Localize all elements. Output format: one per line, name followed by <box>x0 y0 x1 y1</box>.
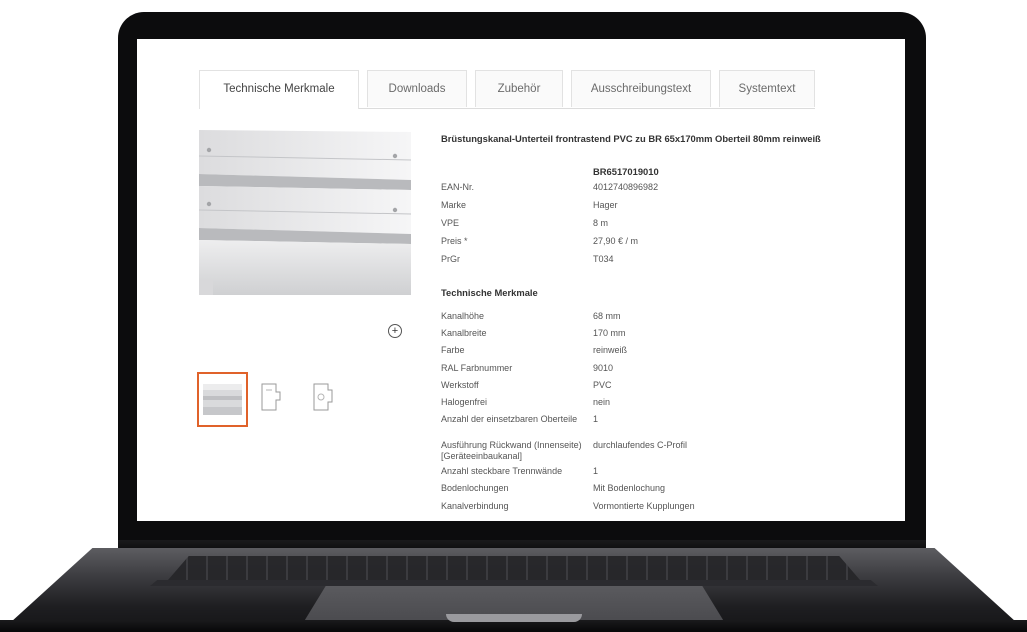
tech-label: Halogenfrei <box>441 396 488 407</box>
laptop-keyboard <box>168 556 860 580</box>
product-info-table: EAN-Nr. 4012740896982 Marke Hager VPE 8 m P… <box>441 182 841 272</box>
laptop-screen: Technische Merkmale Downloads Zubehör Au… <box>137 39 905 521</box>
info-row: Preis * 27,90 € / m <box>441 236 841 254</box>
tech-value: Mit Bodenlochung <box>593 483 666 494</box>
info-value: 4012740896982 <box>593 182 659 192</box>
laptop-notch <box>446 614 582 622</box>
tech-value: 1 <box>593 466 599 477</box>
tech-row: Werkstoff PVC <box>441 380 841 397</box>
info-row: Marke Hager <box>441 200 841 218</box>
tech-row: Anzahl der einsetzbaren Oberteile 1 <box>441 414 841 440</box>
tab-technische-merkmale[interactable]: Technische Merkmale <box>199 70 359 109</box>
tech-label: Anzahl der einsetzbaren Oberteile <box>441 414 578 425</box>
tech-label: Kanalverbindung <box>441 500 509 511</box>
tech-value: PVC <box>593 379 612 390</box>
info-row: EAN-Nr. 4012740896982 <box>441 182 841 200</box>
thumbnail-2[interactable] <box>254 372 305 427</box>
info-row: VPE 8 m <box>441 218 841 236</box>
info-label: EAN-Nr. <box>441 182 475 192</box>
info-label: Marke <box>441 200 467 210</box>
tech-value: durchlaufendes C-Profil <box>593 440 688 451</box>
tech-label: Anzahl steckbare Trennwände <box>441 466 563 477</box>
info-value: Hager <box>593 200 618 210</box>
thumbnail-1[interactable] <box>197 372 248 427</box>
tab-downloads[interactable]: Downloads <box>367 70 467 107</box>
tech-value: 9010 <box>593 362 614 373</box>
info-label: PrGr <box>441 254 460 264</box>
info-value: 27,90 € / m <box>593 236 639 246</box>
tech-label: Farbe <box>441 345 465 356</box>
product-tabs: Technische Merkmale Downloads Zubehör Au… <box>199 70 815 109</box>
tech-value: 1 <box>593 414 599 425</box>
product-image[interactable] <box>199 130 411 295</box>
info-row: PrGr T034 <box>441 254 841 272</box>
tech-section-title: Technische Merkmale <box>441 287 538 298</box>
tech-label: Kanalbreite <box>441 328 487 339</box>
tech-value: reinweiß <box>593 345 628 356</box>
tech-row: Farbe reinweiß <box>441 345 841 362</box>
info-value: 8 m <box>593 218 609 228</box>
laptop-keyboard-row <box>150 580 878 586</box>
tech-label: Werkstoff <box>441 379 479 390</box>
tech-label: Kanalhöhe <box>441 311 485 321</box>
tech-row: RAL Farbnummer 9010 <box>441 363 841 380</box>
tab-ausschreibungstext[interactable]: Ausschreibungstext <box>571 70 711 107</box>
tech-value: nein <box>593 396 611 407</box>
tech-label: Bodenlochungen <box>441 483 509 494</box>
tech-label: Ausführung Rückwand (Innenseite) [Geräte… <box>441 440 582 462</box>
tech-row: Kanalhöhe 68 mm <box>441 311 841 328</box>
tech-row: Ausführung Rückwand (Innenseite) [Geräte… <box>441 440 841 466</box>
info-label: Preis * <box>441 236 468 246</box>
tech-value: Vormontierte Kupplungen <box>593 500 695 511</box>
info-value: T034 <box>593 254 614 264</box>
article-number: BR6517019010 <box>593 166 659 177</box>
tech-row: Anzahl steckbare Trennwände 1 <box>441 466 841 483</box>
tech-row: Kanalbreite 170 mm <box>441 328 841 345</box>
thumbnail-product-icon <box>203 384 242 415</box>
tech-value: 68 mm <box>593 311 621 321</box>
tech-spec-table: Kanalhöhe 68 mm Kanalbreite 170 mm Farbe re… <box>441 311 841 518</box>
tech-row: Kanalverbindung Vormontierte Kupplungen <box>441 501 841 518</box>
thumbnail-3[interactable] <box>304 372 355 427</box>
tab-zubehoer[interactable]: Zubehör <box>475 70 563 107</box>
tech-value: 170 mm <box>593 328 626 339</box>
tech-label: RAL Farbnummer <box>441 362 513 373</box>
tech-row: Halogenfrei nein <box>441 397 841 414</box>
tech-row: Bodenlochungen Mit Bodenlochung <box>441 483 841 500</box>
zoom-in-icon[interactable]: + <box>388 324 402 338</box>
tab-systemtext[interactable]: Systemtext <box>719 70 815 107</box>
product-title: Brüstungskanal-Unterteil frontrastend PV… <box>441 133 821 144</box>
cross-section-icon <box>313 383 333 411</box>
profile-drawing-icon <box>261 383 281 411</box>
info-label: VPE <box>441 218 460 228</box>
